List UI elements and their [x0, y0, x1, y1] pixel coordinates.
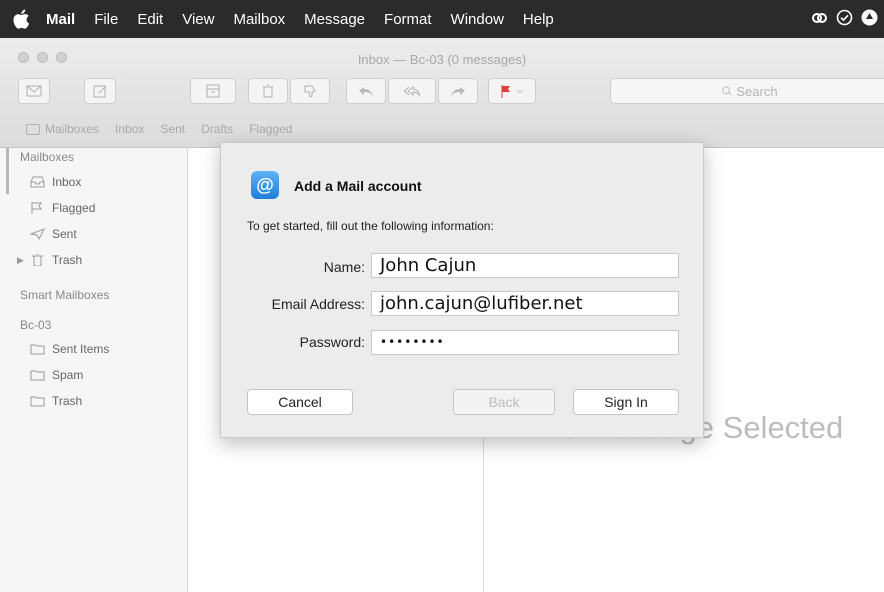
- menu-help[interactable]: Help: [523, 11, 554, 28]
- sidebar-item-label: Trash: [52, 253, 83, 267]
- menu-view[interactable]: View: [182, 11, 214, 28]
- favorite-flagged[interactable]: Flagged: [249, 122, 292, 136]
- mailboxes-toggle-label: Mailboxes: [45, 122, 100, 136]
- compose-icon: [93, 85, 107, 98]
- get-mail-button[interactable]: [18, 78, 50, 104]
- favorite-inbox[interactable]: Inbox: [115, 122, 144, 136]
- password-label: Password:: [299, 334, 365, 350]
- menu-mail[interactable]: Mail: [46, 11, 75, 28]
- password-field[interactable]: ••••••••: [371, 330, 679, 355]
- sidebar-item-label: Inbox: [52, 175, 82, 189]
- archive-button[interactable]: [190, 78, 236, 104]
- sign-in-button[interactable]: Sign In: [573, 389, 679, 415]
- window-titlebar: Inbox — Bc-03 (0 messages) Search Mailbo…: [0, 38, 884, 148]
- sidebar-item-sent[interactable]: Sent: [29, 227, 77, 241]
- archive-icon: [206, 84, 220, 98]
- sidebar-header-smart-mailboxes: Smart Mailboxes: [20, 288, 110, 302]
- sidebar-item-trash[interactable]: ▶ Trash: [17, 253, 83, 267]
- toolbar: Search: [0, 78, 884, 112]
- reply-button[interactable]: [346, 78, 386, 104]
- mailbox-sidebar: Mailboxes Inbox Flagged Sent ▶ Trash Sma…: [0, 148, 188, 592]
- forward-button[interactable]: [438, 78, 478, 104]
- sidebar-header-account: Bc-03: [20, 318, 52, 332]
- trash-icon: [30, 253, 45, 267]
- menu-format[interactable]: Format: [384, 11, 432, 28]
- back-button[interactable]: Back: [453, 389, 555, 415]
- checkmark-circle-icon[interactable]: [836, 9, 853, 26]
- search-field[interactable]: Search: [610, 78, 884, 104]
- chevron-down-icon: [516, 89, 524, 94]
- folder-icon: [30, 369, 45, 381]
- creative-cloud-icon[interactable]: [811, 9, 828, 26]
- menu-mailbox[interactable]: Mailbox: [233, 11, 285, 28]
- status-area: [811, 9, 878, 26]
- flag-icon: [30, 202, 45, 214]
- favorites-bar: Mailboxes Inbox Sent Drafts Flagged: [0, 118, 884, 140]
- inbox-icon: [30, 176, 45, 188]
- favorite-sent[interactable]: Sent: [160, 122, 185, 136]
- google-drive-icon[interactable]: [861, 9, 878, 26]
- thumbs-down-icon: [304, 85, 316, 98]
- junk-button[interactable]: [290, 78, 330, 104]
- sidebar-selection-marker: [6, 148, 9, 194]
- reply-all-icon: [404, 85, 420, 97]
- menu-message[interactable]: Message: [304, 11, 365, 28]
- sidebar-item-label: Spam: [52, 368, 84, 382]
- dialog-title: Add a Mail account: [294, 178, 422, 194]
- trash-icon: [263, 84, 273, 98]
- sidebar-item-inbox[interactable]: Inbox: [30, 175, 81, 189]
- menu-bar: Mail File Edit View Mailbox Message Form…: [0, 0, 884, 38]
- folder-icon: [30, 395, 45, 407]
- sidebar-item-label: Sent: [52, 227, 77, 241]
- sidebar-item-sent-items[interactable]: Sent Items: [30, 342, 109, 356]
- window-title: Inbox — Bc-03 (0 messages): [357, 52, 527, 67]
- sidebar-item-spam[interactable]: Spam: [30, 368, 83, 382]
- flag-icon: [501, 85, 510, 98]
- flag-button[interactable]: [488, 78, 536, 104]
- delete-button[interactable]: [248, 78, 288, 104]
- search-icon: [722, 86, 732, 96]
- at-sign-icon: @: [251, 171, 279, 199]
- name-field[interactable]: John Cajun: [371, 253, 679, 278]
- sidebar-toggle-icon: [26, 123, 40, 135]
- menu-window[interactable]: Window: [451, 11, 504, 28]
- reply-all-button[interactable]: [388, 78, 436, 104]
- sidebar-header-mailboxes: Mailboxes: [20, 150, 75, 164]
- forward-icon: [451, 87, 465, 96]
- reply-icon: [359, 87, 373, 96]
- email-label: Email Address:: [271, 296, 365, 312]
- envelope-icon: [26, 85, 42, 97]
- apple-logo-icon[interactable]: [12, 9, 30, 29]
- email-field[interactable]: john.cajun@lufiber.net: [371, 291, 679, 316]
- paper-plane-icon: [29, 228, 46, 241]
- disclosure-triangle-icon[interactable]: ▶: [17, 255, 24, 266]
- sidebar-item-label: Trash: [52, 394, 83, 408]
- dialog-subtitle: To get started, fill out the following i…: [247, 219, 494, 233]
- name-label: Name:: [323, 259, 365, 275]
- compose-button[interactable]: [84, 78, 116, 104]
- sidebar-item-label: Sent Items: [52, 342, 110, 356]
- sidebar-item-flagged[interactable]: Flagged: [30, 201, 95, 215]
- favorite-drafts[interactable]: Drafts: [201, 122, 233, 136]
- menu-edit[interactable]: Edit: [137, 11, 163, 28]
- sidebar-item-account-trash[interactable]: Trash: [30, 394, 82, 408]
- mailboxes-toggle[interactable]: Mailboxes: [26, 122, 99, 136]
- add-mail-account-dialog: @ Add a Mail account To get started, fil…: [220, 142, 704, 438]
- cancel-button[interactable]: Cancel: [247, 389, 353, 415]
- folder-icon: [30, 343, 45, 355]
- search-placeholder: Search: [736, 83, 778, 99]
- sidebar-item-label: Flagged: [52, 201, 96, 215]
- menu-file[interactable]: File: [94, 11, 118, 28]
